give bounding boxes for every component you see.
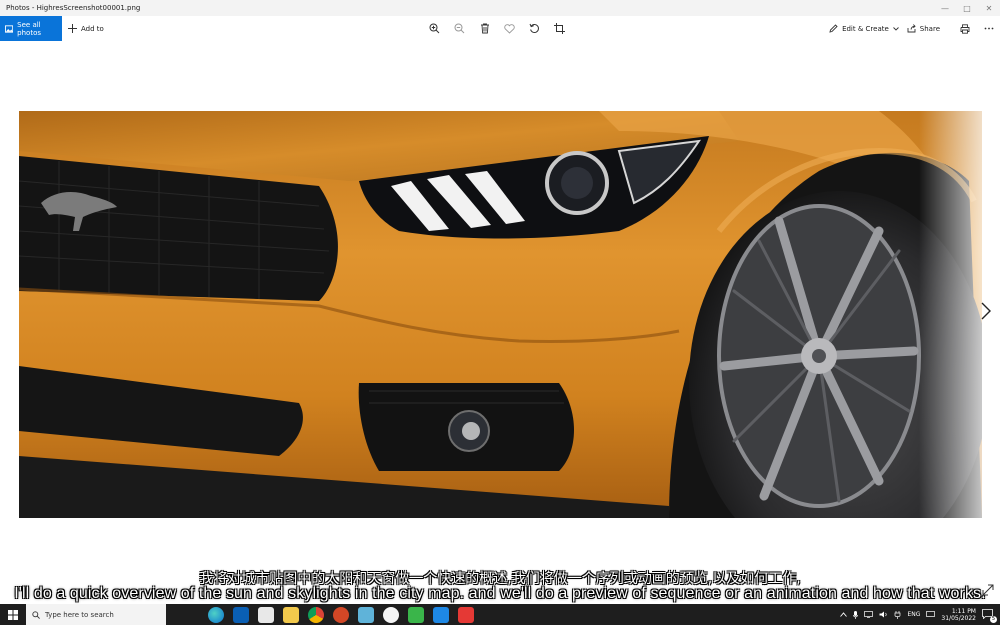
maximize-button[interactable]: □ [956, 0, 978, 16]
toolbar-center-actions [426, 16, 568, 41]
photos-app-icon[interactable] [433, 606, 449, 623]
network-icon[interactable] [864, 611, 874, 618]
notification-count-badge: 5 [990, 615, 997, 623]
system-tray: ENG 1:11 PM 31/05/2022 5 [840, 604, 1000, 625]
car-photo [19, 111, 982, 518]
unreal-engine-icon[interactable] [383, 606, 399, 623]
fullscreen-icon[interactable] [982, 584, 994, 596]
more-options-button[interactable] [984, 27, 994, 30]
edit-icon [829, 24, 838, 33]
photo-toolbar: See all photos Add to Edit & Create Shar… [0, 16, 1000, 41]
print-icon [960, 23, 970, 34]
taskbar-clock[interactable]: 1:11 PM 31/05/2022 [941, 608, 976, 622]
chevron-down-icon [892, 26, 899, 31]
notification-center-button[interactable]: 5 [982, 608, 997, 623]
heart-icon[interactable] [501, 20, 518, 37]
power-plug-icon[interactable] [894, 610, 901, 619]
plus-icon [68, 24, 77, 33]
taskbar-apps [208, 604, 474, 625]
taskbar-search-box[interactable]: Type here to search [26, 604, 166, 625]
search-placeholder: Type here to search [45, 610, 114, 619]
photo-viewer-image[interactable] [19, 111, 982, 518]
add-to-label: Add to [81, 24, 104, 33]
see-all-photos-button[interactable]: See all photos [0, 16, 62, 41]
share-icon [907, 24, 916, 33]
start-button[interactable] [0, 604, 26, 625]
display-icon[interactable] [926, 611, 936, 618]
clock-time: 1:11 PM [951, 607, 976, 615]
windows-taskbar: Type here to search ENG 1:11 PM 31/05/20… [0, 604, 1000, 625]
microphone-icon[interactable] [853, 610, 859, 619]
toolbar-right-actions: Edit & Create Share [829, 16, 994, 41]
rotate-icon[interactable] [526, 20, 543, 37]
crop-icon[interactable] [551, 20, 568, 37]
mail-icon[interactable] [233, 606, 249, 623]
edit-create-button[interactable]: Edit & Create [829, 24, 899, 33]
chrome-icon[interactable] [308, 606, 324, 623]
edit-create-label: Edit & Create [842, 24, 889, 33]
language-indicator[interactable]: ENG [907, 611, 920, 618]
minimize-button[interactable]: — [934, 0, 956, 16]
search-icon [32, 610, 40, 619]
app-icon[interactable] [358, 606, 374, 623]
windows-logo-icon [8, 609, 18, 620]
share-button[interactable]: Share [907, 24, 940, 33]
zoom-in-icon[interactable] [426, 20, 443, 37]
more-icon [984, 27, 994, 30]
print-button[interactable] [960, 23, 970, 34]
store-icon[interactable] [258, 606, 274, 623]
share-label: Share [919, 24, 940, 33]
delete-icon[interactable] [476, 20, 493, 37]
chevron-right-icon [981, 302, 991, 320]
add-to-button[interactable]: Add to [68, 16, 104, 41]
powerpoint-icon[interactable] [333, 606, 349, 623]
title-bar: Photos - HighresScreenshot00001.png — □ … [0, 0, 1000, 16]
clock-date: 31/05/2022 [941, 614, 976, 622]
recorder-icon[interactable] [458, 606, 474, 623]
window-title: Photos - HighresScreenshot00001.png [6, 4, 141, 12]
camtasia-icon[interactable] [408, 606, 424, 623]
edge-icon[interactable] [208, 606, 224, 623]
see-all-photos-label: See all photos [17, 20, 41, 37]
window-controls: — □ ✕ [934, 0, 1000, 16]
volume-icon[interactable] [879, 611, 888, 618]
zoom-out-icon[interactable] [451, 20, 468, 37]
close-button[interactable]: ✕ [978, 0, 1000, 16]
file-explorer-icon[interactable] [283, 606, 299, 623]
subtitle-english: I'll do a quick overview of the sun and … [14, 585, 986, 602]
next-photo-button[interactable] [977, 300, 995, 322]
chevron-up-icon[interactable] [840, 612, 848, 617]
photos-icon [5, 24, 14, 33]
